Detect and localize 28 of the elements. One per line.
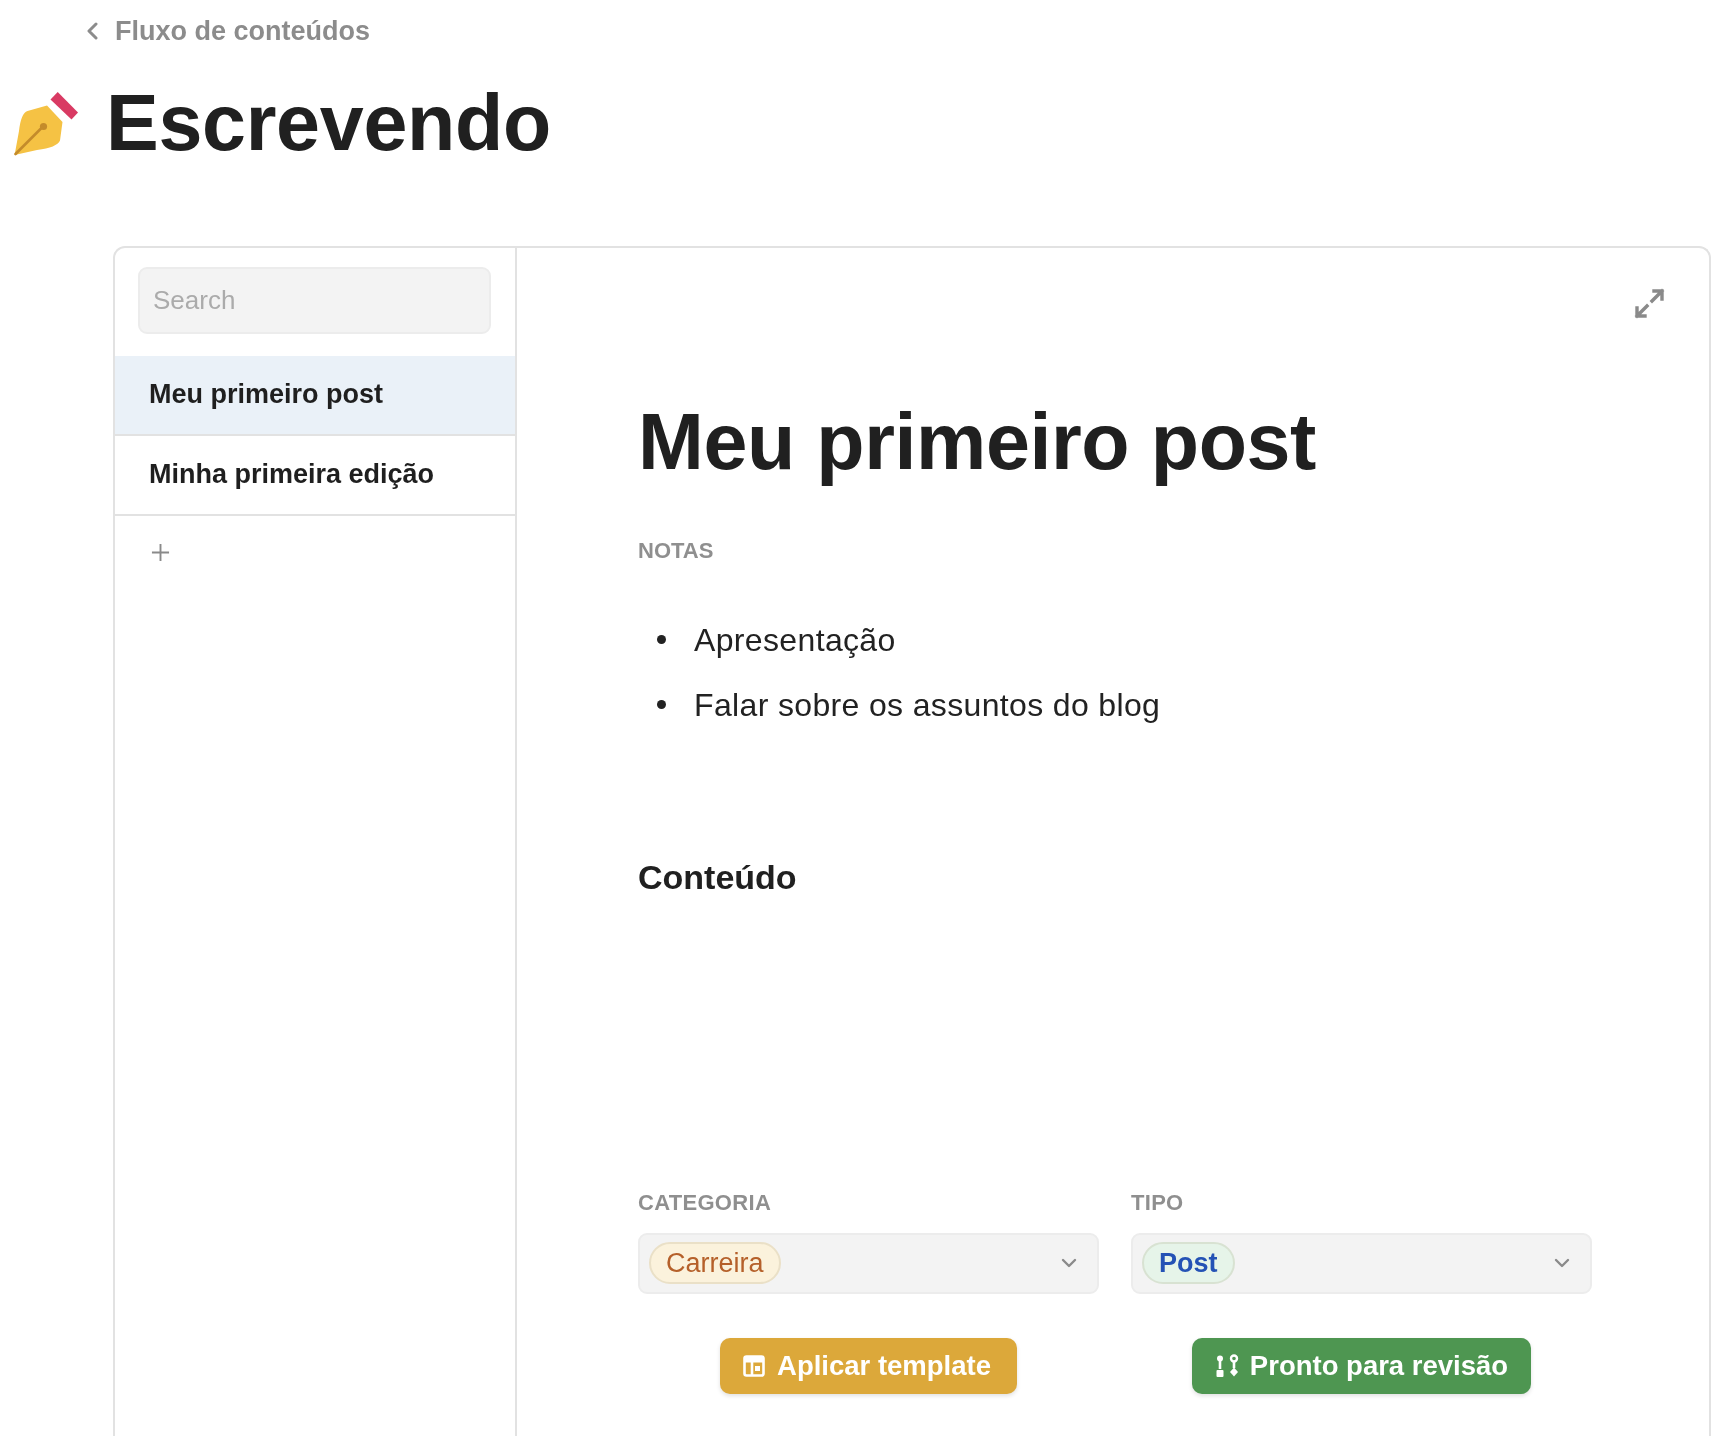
value-tag: Carreira <box>649 1242 781 1285</box>
expand-icon[interactable] <box>1634 287 1665 319</box>
chevron-left-icon <box>86 22 98 40</box>
bullet-icon <box>657 700 666 710</box>
chevron-down-icon <box>1061 1258 1077 1269</box>
branch-merge-icon <box>1214 1353 1239 1378</box>
bullet-icon <box>657 635 666 645</box>
section-heading: Conteúdo <box>638 856 797 898</box>
fountain-pen-icon <box>13 89 79 158</box>
breadcrumb-link[interactable]: Fluxo de conteúdos <box>86 15 370 47</box>
note-item: Apresentação <box>694 620 896 660</box>
sidebar-item[interactable]: Meu primeiro post <box>115 355 515 436</box>
dropdown-field[interactable]: Post <box>1131 1232 1592 1294</box>
sidebar-item[interactable]: Minha primeira edição <box>115 435 515 516</box>
field-label: TIPO <box>1131 1189 1184 1216</box>
value-tag: Post <box>1142 1242 1235 1285</box>
search-field[interactable]: Search <box>138 266 491 334</box>
layout-icon <box>742 1353 766 1378</box>
template-button[interactable]: Aplicar template <box>720 1337 1017 1394</box>
document-title: Meu primeiro post <box>638 396 1316 488</box>
chevron-down-icon <box>1554 1258 1570 1269</box>
plus-icon[interactable] <box>151 542 170 562</box>
section-label: NOTAS <box>638 537 714 564</box>
field-label: CATEGORIA <box>638 1189 772 1216</box>
page-title: Escrevendo <box>106 78 551 169</box>
dropdown-field[interactable]: Carreira <box>638 1232 1099 1294</box>
review-button[interactable]: Pronto para revisão <box>1191 1337 1532 1394</box>
note-item: Falar sobre os assuntos do blog <box>694 685 1161 725</box>
